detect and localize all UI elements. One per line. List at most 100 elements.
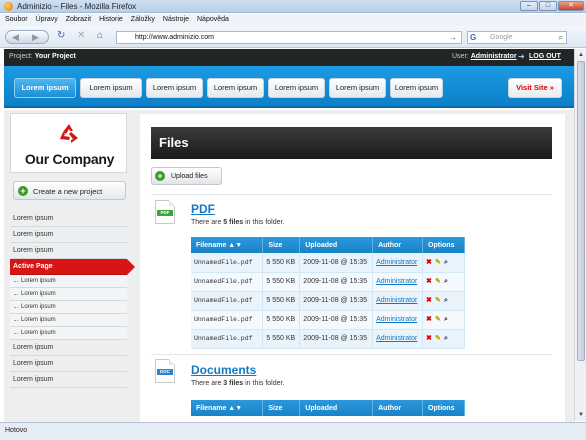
folder-title[interactable]: PDF <box>191 202 215 216</box>
column-uploaded: Uploaded <box>299 400 374 416</box>
table-header-row: Filename ▲▼ Size Uploaded Author Options <box>191 400 465 416</box>
back-icon[interactable]: ◀ <box>12 32 19 43</box>
sidebar-subitem[interactable]: Lorem ipsum <box>10 288 127 301</box>
cell-size: 5 550 KB <box>262 291 301 311</box>
sidebar-item-active[interactable]: Active Page <box>10 259 135 275</box>
tab[interactable]: Lorem ipsum <box>268 78 325 98</box>
logout-link[interactable]: LOG OUT <box>529 53 561 60</box>
forward-icon[interactable]: ▶ <box>32 32 39 43</box>
edit-icon[interactable]: ✎ <box>435 315 443 323</box>
page-scrollbar[interactable]: ▲ ▼ <box>574 49 586 421</box>
column-size: Size <box>262 400 301 416</box>
home-icon[interactable]: ⌂ <box>97 30 103 41</box>
cell-author: Administrator <box>372 310 424 330</box>
cell-options: ✖ ✎ ⌕ <box>422 329 465 349</box>
files-table: Filename ▲▼ Size Uploaded Author Options… <box>191 237 465 349</box>
scroll-down-icon[interactable]: ▼ <box>576 410 586 420</box>
scroll-thumb[interactable] <box>577 61 585 361</box>
close-icon[interactable]: ✕ <box>558 1 584 11</box>
sidebar-subitem[interactable]: Lorem ipsum <box>10 275 127 288</box>
menu-upravy[interactable]: Úpravy <box>36 14 58 26</box>
minimize-icon[interactable]: – <box>520 1 538 11</box>
search-placeholder: Google <box>490 34 513 41</box>
view-icon[interactable]: ⌕ <box>444 335 452 343</box>
sidebar-item[interactable]: Lorem ipsum <box>10 211 127 227</box>
cell-filename: UnnamedFile.pdf <box>191 291 264 311</box>
menu-historie[interactable]: Historie <box>99 14 123 26</box>
divider <box>151 354 552 355</box>
author-link[interactable]: Administrator <box>376 259 417 266</box>
menu-napoveda[interactable]: Nápověda <box>197 14 229 26</box>
edit-icon[interactable]: ✎ <box>435 277 443 285</box>
author-link[interactable]: Administrator <box>376 316 417 323</box>
column-filename[interactable]: Filename ▲▼ <box>191 237 264 253</box>
view-icon[interactable]: ⌕ <box>444 278 452 286</box>
tab-active[interactable]: Lorem ipsum <box>14 78 76 98</box>
search-box[interactable]: G Google ⌕ <box>467 31 567 44</box>
delete-icon[interactable]: ✖ <box>426 315 434 323</box>
company-name: Our Company <box>24 151 115 167</box>
recycle-icon <box>60 124 78 143</box>
view-icon[interactable]: ⌕ <box>444 259 452 267</box>
stop-icon[interactable]: ✕ <box>77 30 85 41</box>
doc-tag: DOC <box>157 369 173 375</box>
divider <box>151 194 552 195</box>
column-filename[interactable]: Filename ▲▼ <box>191 400 264 416</box>
sidebar-item[interactable]: Lorem ipsum <box>10 227 127 243</box>
edit-icon[interactable]: ✎ <box>435 296 443 304</box>
sidebar-subitem[interactable]: Lorem ipsum <box>10 327 127 340</box>
menu-soubor[interactable]: Soubor <box>5 14 28 26</box>
tab[interactable]: Lorem ipsum <box>80 78 142 98</box>
cell-uploaded: 2009-11-08 @ 15:35 <box>299 329 374 349</box>
sidebar-subitem[interactable]: Lorem ipsum <box>10 301 127 314</box>
go-icon[interactable]: → <box>449 33 457 42</box>
delete-icon[interactable]: ✖ <box>426 296 434 304</box>
cell-size: 5 550 KB <box>262 272 301 292</box>
cell-author: Administrator <box>372 291 424 311</box>
folder-title[interactable]: Documents <box>191 363 256 377</box>
view-icon[interactable]: ⌕ <box>444 316 452 324</box>
edit-icon[interactable]: ✎ <box>435 258 443 266</box>
menu-nastroje[interactable]: Nástroje <box>163 14 189 26</box>
delete-icon[interactable]: ✖ <box>426 334 434 342</box>
user-link[interactable]: Administrator <box>471 53 517 60</box>
cell-options: ✖ ✎ ⌕ <box>422 272 465 292</box>
maximize-icon[interactable]: □ <box>539 1 557 11</box>
search-icon[interactable]: ⌕ <box>559 33 563 43</box>
folder-count: There are 5 files in this folder. <box>191 219 285 226</box>
author-link[interactable]: Administrator <box>376 297 417 304</box>
tab[interactable]: Lorem ipsum <box>146 78 203 98</box>
menu-zalozky[interactable]: Záložky <box>131 14 155 26</box>
author-link[interactable]: Administrator <box>376 278 417 285</box>
upload-files-button[interactable]: + Upload files <box>151 167 222 185</box>
menu-zobrazit[interactable]: Zobrazit <box>66 14 91 26</box>
reload-icon[interactable]: ↻ <box>57 30 65 41</box>
table-row: UnnamedFile.pdf 5 550 KB 2009-11-08 @ 15… <box>191 329 465 349</box>
company-logo[interactable]: Our Company <box>10 113 127 173</box>
delete-icon[interactable]: ✖ <box>426 258 434 266</box>
sidebar-item[interactable]: Lorem ipsum <box>10 372 127 388</box>
edit-icon[interactable]: ✎ <box>435 334 443 342</box>
url-bar[interactable]: http://www.adminizio.com → <box>116 31 462 44</box>
sidebar-item[interactable]: Lorem ipsum <box>10 243 127 259</box>
tab[interactable]: Lorem ipsum <box>207 78 264 98</box>
scroll-up-icon[interactable]: ▲ <box>576 50 586 60</box>
view-icon[interactable]: ⌕ <box>444 297 452 305</box>
visit-site-button[interactable]: Visit Site » <box>508 78 562 98</box>
sidebar-subitem[interactable]: Lorem ipsum <box>10 314 127 327</box>
author-link[interactable]: Administrator <box>376 335 417 342</box>
back-forward-buttons[interactable]: ◀ ▶ <box>5 30 49 44</box>
plus-icon: + <box>18 186 28 196</box>
browser-navbar: ◀ ▶ ↻ ✕ ⌂ http://www.adminizio.com → G G… <box>0 26 586 48</box>
tab[interactable]: Lorem ipsum <box>329 78 386 98</box>
column-options: Options <box>422 400 465 416</box>
sidebar-item[interactable]: Lorem ipsum <box>10 340 127 356</box>
delete-icon[interactable]: ✖ <box>426 277 434 285</box>
sidebar-item[interactable]: Lorem ipsum <box>10 356 127 372</box>
cell-uploaded: 2009-11-08 @ 15:35 <box>299 291 374 311</box>
create-project-button[interactable]: + Create a new project <box>13 181 126 200</box>
cell-filename: UnnamedFile.pdf <box>191 310 264 330</box>
tab[interactable]: Lorem ipsum <box>390 78 443 98</box>
plus-icon: + <box>155 171 165 181</box>
upload-label: Upload files <box>171 173 208 180</box>
